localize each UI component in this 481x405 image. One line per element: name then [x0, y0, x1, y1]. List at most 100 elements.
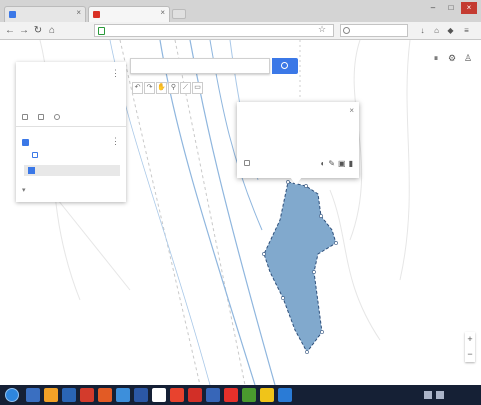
minimize-icon[interactable]: – — [425, 2, 441, 14]
zoom-control: + − — [465, 332, 475, 362]
contour-line — [399, 40, 411, 281]
map-right-controls: ⏸ ⚙ ♙ — [431, 52, 473, 64]
map-canvas[interactable]: ↶ ↷ ✋ ⚲ ⟋ ▭ ⋮ ⋮ ▾ × ◐ ✎ ▣ ▮ ⏸ ⚙ ♙ + − — [0, 40, 481, 385]
map-search-input[interactable] — [130, 58, 270, 74]
ruler-icon[interactable]: ▭ — [192, 82, 203, 94]
tab-2[interactable]: × — [88, 6, 170, 22]
lock-icon — [98, 27, 105, 35]
start-button-icon[interactable] — [5, 388, 19, 402]
drawing-toolbar: ↶ ↷ ✋ ⚲ ⟋ ▭ — [132, 82, 203, 94]
extension-icon[interactable]: ◆ — [446, 26, 455, 35]
volume-icon[interactable] — [436, 391, 444, 399]
style-icon — [32, 152, 38, 158]
map-search-icon — [281, 62, 288, 69]
window-controls: – □ × — [425, 2, 477, 14]
taskbar-app-icon[interactable] — [206, 388, 220, 402]
panel-actions — [22, 114, 62, 120]
window-close-icon[interactable]: × — [461, 2, 477, 14]
info-footer — [244, 160, 254, 166]
maximize-icon[interactable]: □ — [443, 2, 459, 14]
base-map-row[interactable]: ▾ — [22, 186, 29, 194]
polygon-vertex — [319, 214, 323, 218]
info-close-icon[interactable]: × — [349, 106, 354, 115]
info-actions: ◐ ✎ ▣ ▮ — [320, 159, 353, 168]
feature-info-window: × ◐ ✎ ▣ ▮ — [237, 102, 359, 178]
address-bar[interactable] — [94, 24, 334, 37]
map-search-button[interactable] — [272, 58, 298, 74]
taskbar-app-icon[interactable] — [44, 388, 58, 402]
home-icon[interactable]: ⌂ — [46, 24, 58, 37]
new-tab-button[interactable] — [172, 9, 186, 19]
style-swatch-icon[interactable] — [244, 160, 250, 166]
taskbar-app-icon[interactable] — [26, 388, 40, 402]
search-icon — [343, 27, 350, 34]
forward-icon[interactable]: → — [18, 24, 30, 37]
edit-pencil-icon[interactable]: ✎ — [328, 159, 335, 168]
tab-strip: × × – □ × — [0, 0, 481, 22]
taskbar-app-icon[interactable] — [260, 388, 274, 402]
hand-icon[interactable]: ✋ — [156, 82, 167, 94]
line-icon[interactable]: ⟋ — [180, 82, 191, 94]
zoom-out-icon[interactable]: − — [465, 347, 475, 362]
info-window-pointer — [290, 177, 302, 185]
bookmark-star-icon[interactable]: ☆ — [318, 24, 326, 35]
system-clock[interactable] — [453, 389, 477, 401]
preview-button[interactable] — [54, 114, 62, 120]
taskbar-app-icon[interactable] — [98, 388, 112, 402]
add-layer-icon — [22, 114, 28, 120]
taskbar-app-icon[interactable] — [152, 388, 166, 402]
share-button[interactable] — [38, 114, 46, 120]
polygon-vertex — [312, 270, 316, 274]
undo-icon[interactable]: ↶ — [132, 82, 143, 94]
photo-icon[interactable]: ▣ — [338, 159, 346, 168]
reload-icon[interactable]: ↻ — [32, 24, 44, 37]
map-options-icon[interactable]: ⋮ — [111, 68, 120, 79]
taskbar-app-icon[interactable] — [116, 388, 130, 402]
back-icon[interactable]: ← — [4, 24, 16, 37]
taskbar-app-icon[interactable] — [188, 388, 202, 402]
taskbar — [0, 385, 481, 405]
taskbar-app-icon[interactable] — [134, 388, 148, 402]
taskbar-app-icon[interactable] — [170, 388, 184, 402]
taskbar-app-icon[interactable] — [278, 388, 292, 402]
pegman-icon[interactable]: ♙ — [463, 52, 473, 64]
polygon-vertex — [281, 296, 285, 300]
tab-1[interactable]: × — [4, 6, 86, 22]
individual-styles-link[interactable] — [32, 152, 41, 158]
menu-icon[interactable]: ≡ — [462, 26, 471, 35]
browser-search-input[interactable] — [340, 24, 408, 37]
add-layer-button[interactable] — [22, 114, 30, 120]
share-icon — [38, 114, 44, 120]
layer-row[interactable] — [22, 139, 32, 146]
redo-icon[interactable]: ↷ — [144, 82, 155, 94]
taskbar-app-icon[interactable] — [62, 388, 76, 402]
taskbar-app-icon[interactable] — [224, 388, 238, 402]
tab-1-favicon-icon — [9, 11, 16, 18]
layer-options-icon[interactable]: ⋮ — [111, 136, 120, 147]
tab-2-close-icon[interactable]: × — [160, 8, 165, 17]
settings-icon[interactable]: ⚙ — [447, 52, 457, 64]
delete-icon[interactable]: ▮ — [349, 159, 353, 168]
style-paint-icon[interactable]: ◐ — [320, 159, 325, 168]
feature-item[interactable] — [24, 165, 120, 176]
polygon-vertex — [320, 330, 324, 334]
polygon-vertex — [305, 350, 309, 354]
zoom-in-icon[interactable]: + — [465, 332, 475, 347]
marker-icon[interactable]: ⚲ — [168, 82, 179, 94]
polygon-vertex — [334, 241, 338, 245]
browser-toolbar: ← → ↻ ⌂ ☆ ↓ ⌂ ◆ ≡ — [0, 22, 481, 40]
panel-divider — [16, 126, 126, 127]
feature-color-swatch — [28, 167, 35, 174]
network-icon[interactable] — [424, 391, 432, 399]
tab-1-close-icon[interactable]: × — [76, 8, 81, 17]
drawn-polygon — [263, 181, 337, 353]
home-button-icon[interactable]: ⌂ — [432, 26, 441, 35]
taskbar-app-icon[interactable] — [80, 388, 94, 402]
layer-panel: ⋮ ⋮ ▾ — [16, 62, 126, 202]
pause-icon[interactable]: ⏸ — [431, 52, 441, 64]
layer-visibility-checkbox[interactable] — [22, 139, 29, 146]
downloads-icon[interactable]: ↓ — [418, 26, 427, 35]
chevron-down-icon: ▾ — [22, 187, 26, 194]
contour-line — [329, 189, 381, 341]
taskbar-app-icon[interactable] — [242, 388, 256, 402]
